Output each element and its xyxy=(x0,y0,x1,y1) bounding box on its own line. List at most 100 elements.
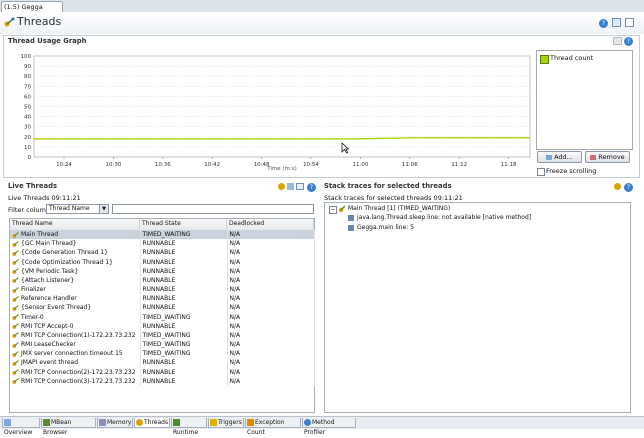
deadlocked-cell: N/A xyxy=(227,266,315,276)
table-row[interactable]: Reference Handler RUNNABLE N/A xyxy=(10,294,315,304)
table-row[interactable]: RMI TCP Connection(2)-172.23.73.232 RUNNA… xyxy=(10,367,315,377)
stack-root-label[interactable]: Main Thread [1] (TIMED_WAITING) xyxy=(348,205,450,212)
y-tick-label: 80 xyxy=(24,74,31,80)
thread-name-cell: RMI TCP Connection(1)-172.23.73.232 xyxy=(10,330,141,341)
help-icon[interactable]: ? xyxy=(624,37,633,46)
thread-name-cell: {Sensor Event Thread} xyxy=(10,303,141,313)
thread-name: {VM Periodic Task} xyxy=(21,267,79,275)
add-button[interactable]: Add... xyxy=(537,151,582,163)
page-header xyxy=(0,12,644,34)
deadlocked-cell: N/A xyxy=(227,330,315,341)
graph-section-title: Thread Usage Graph xyxy=(8,37,87,45)
tab-mbean-browser[interactable]: MBean Browser xyxy=(41,418,96,436)
tab-exception-count[interactable]: Exception Count xyxy=(245,418,301,436)
stack-frame[interactable]: Gegga.main line: 5 xyxy=(357,224,414,231)
threads-table: Thread Name Thread State Deadlocked Main… xyxy=(9,218,315,413)
thread-state-cell: TIMED_WAITING xyxy=(140,340,228,350)
legend-label: Thread count xyxy=(550,54,594,62)
thread-action-icon[interactable] xyxy=(278,183,285,190)
thread-state-cell: RUNNABLE xyxy=(140,358,228,368)
thread-action-icon[interactable] xyxy=(287,183,294,190)
x-tick-label: 10:54 xyxy=(303,162,319,168)
threads-icon xyxy=(136,419,143,426)
table-row[interactable]: JMX server connection timeout 15 TIMED_WA… xyxy=(10,349,315,359)
stack-traces-subtitle: Stack traces for selected threads 09:11:… xyxy=(324,194,463,202)
table-row[interactable]: {GC Main Thread} RUNNABLE N/A xyxy=(10,239,315,249)
chevron-down-icon[interactable]: ▼ xyxy=(99,205,108,213)
tab-memory[interactable]: Memory xyxy=(97,418,133,428)
y-tick-label: 60 xyxy=(24,94,31,100)
thread-icon xyxy=(338,205,346,213)
thread-name: RMI LeaseChecker xyxy=(21,341,76,349)
details-view-icon[interactable] xyxy=(612,18,621,27)
column-header-thread-name[interactable]: Thread Name xyxy=(10,219,140,229)
editor-tab[interactable]: (1.5) Gegga (780)× xyxy=(1,1,63,22)
thread-name: JMAPI event thread xyxy=(21,359,79,367)
thread-icon xyxy=(12,277,19,284)
export-icon[interactable] xyxy=(613,37,622,45)
list-view-icon[interactable] xyxy=(625,18,634,27)
thread-name: {Attach Listener} xyxy=(21,276,75,284)
x-tick-label: 10:36 xyxy=(155,162,171,168)
thread-name-cell: RMI LeaseChecker xyxy=(10,340,141,350)
thread-state-cell: RUNNABLE xyxy=(140,266,228,276)
deadlocked-cell: N/A xyxy=(227,248,315,258)
table-row[interactable]: JMAPI event thread RUNNABLE N/A xyxy=(10,358,315,368)
table-row[interactable]: {Sensor Event Thread} RUNNABLE N/A xyxy=(10,303,315,313)
profiler-icon xyxy=(304,419,311,426)
tab-overview[interactable]: Overview xyxy=(2,418,40,436)
tab-threads[interactable]: Threads xyxy=(134,418,170,428)
runtime-icon xyxy=(173,419,180,426)
table-row[interactable]: {Code Optimization Thread 1} RUNNABLE N/A xyxy=(10,257,315,267)
thread-name: Timer-0 xyxy=(21,313,44,321)
table-row[interactable]: RMI LeaseChecker TIMED_WAITING N/A xyxy=(10,340,315,350)
thread-name-cell: JMX server connection timeout 15 xyxy=(10,349,141,359)
table-row[interactable]: Finalizer RUNNABLE N/A xyxy=(10,285,315,295)
freeze-scrolling-checkbox[interactable] xyxy=(537,168,545,176)
stack-frame[interactable]: java.lang.Thread.sleep line: not availab… xyxy=(357,214,531,221)
thread-state-cell: RUNNABLE xyxy=(140,321,228,331)
thread-name-cell: Reference Handler xyxy=(10,294,141,304)
x-axis-label: Time (m:s) xyxy=(266,166,297,172)
remove-button[interactable]: Remove xyxy=(585,151,630,163)
thread-name: {GC Main Thread} xyxy=(21,240,77,248)
table-row[interactable]: RMI TCP Connection(1)-172.23.73.232 TIMED… xyxy=(10,330,315,341)
filter-column-label: Filter column xyxy=(8,206,51,214)
x-tick-label: 10:42 xyxy=(204,162,220,168)
collapse-icon[interactable]: − xyxy=(329,206,337,214)
filter-text-input[interactable] xyxy=(112,204,314,214)
deadlocked-cell: N/A xyxy=(227,312,315,322)
table-row[interactable]: {Code Generation Thread 1} RUNNABLE N/A xyxy=(10,248,315,258)
column-header-thread-state[interactable]: Thread State xyxy=(140,219,227,229)
tab-runtime[interactable]: Runtime xyxy=(171,418,207,436)
filter-column-select[interactable]: Thread Name ▼ xyxy=(46,204,109,214)
tab-method-profiler[interactable]: Method Profiler xyxy=(302,418,356,436)
help-icon[interactable]: ? xyxy=(624,183,633,192)
y-tick-label: 10 xyxy=(24,145,31,151)
help-icon[interactable]: ? xyxy=(307,183,316,192)
plot-frame xyxy=(33,55,531,158)
table-row[interactable]: {Attach Listener} RUNNABLE N/A xyxy=(10,275,315,286)
thread-name-cell: Timer-0 xyxy=(10,312,141,322)
filter-column-value: Thread Name xyxy=(49,205,90,212)
thread-state-cell: RUNNABLE xyxy=(140,257,228,267)
exception-icon xyxy=(247,419,254,426)
tab-triggers[interactable]: Triggers xyxy=(208,418,244,428)
thread-name: Main Thread xyxy=(21,231,59,239)
thread-name-cell: {Code Optimization Thread 1} xyxy=(10,257,141,267)
table-row[interactable]: RMI TCP Connection(3)-172.23.73.232 RUNNA… xyxy=(10,376,315,386)
stack-action-icon[interactable] xyxy=(614,183,621,190)
table-row[interactable]: Timer-0 TIMED_WAITING N/A xyxy=(10,312,315,322)
table-row[interactable]: {VM Periodic Task} RUNNABLE N/A xyxy=(10,266,315,276)
thread-name-cell: RMI TCP Connection(3)-172.23.73.232 xyxy=(10,376,141,386)
help-icon[interactable]: ? xyxy=(599,19,608,28)
columns-icon[interactable] xyxy=(296,183,304,190)
thread-name: {Sensor Event Thread} xyxy=(21,304,92,312)
thread-name-cell: {Attach Listener} xyxy=(10,275,141,286)
table-body: Main Thread TIMED_WAITING N/A {GC Main Thre… xyxy=(10,230,315,386)
column-header-deadlocked[interactable]: Deadlocked xyxy=(227,219,314,229)
table-row[interactable]: RMI TCP Accept-0 RUNNABLE N/A xyxy=(10,321,315,331)
table-row[interactable]: Main Thread TIMED_WAITING N/A xyxy=(10,230,315,240)
live-threads-subtitle: Live Threads 09:11:21 xyxy=(8,194,81,202)
y-tick-label: 90 xyxy=(24,64,31,70)
